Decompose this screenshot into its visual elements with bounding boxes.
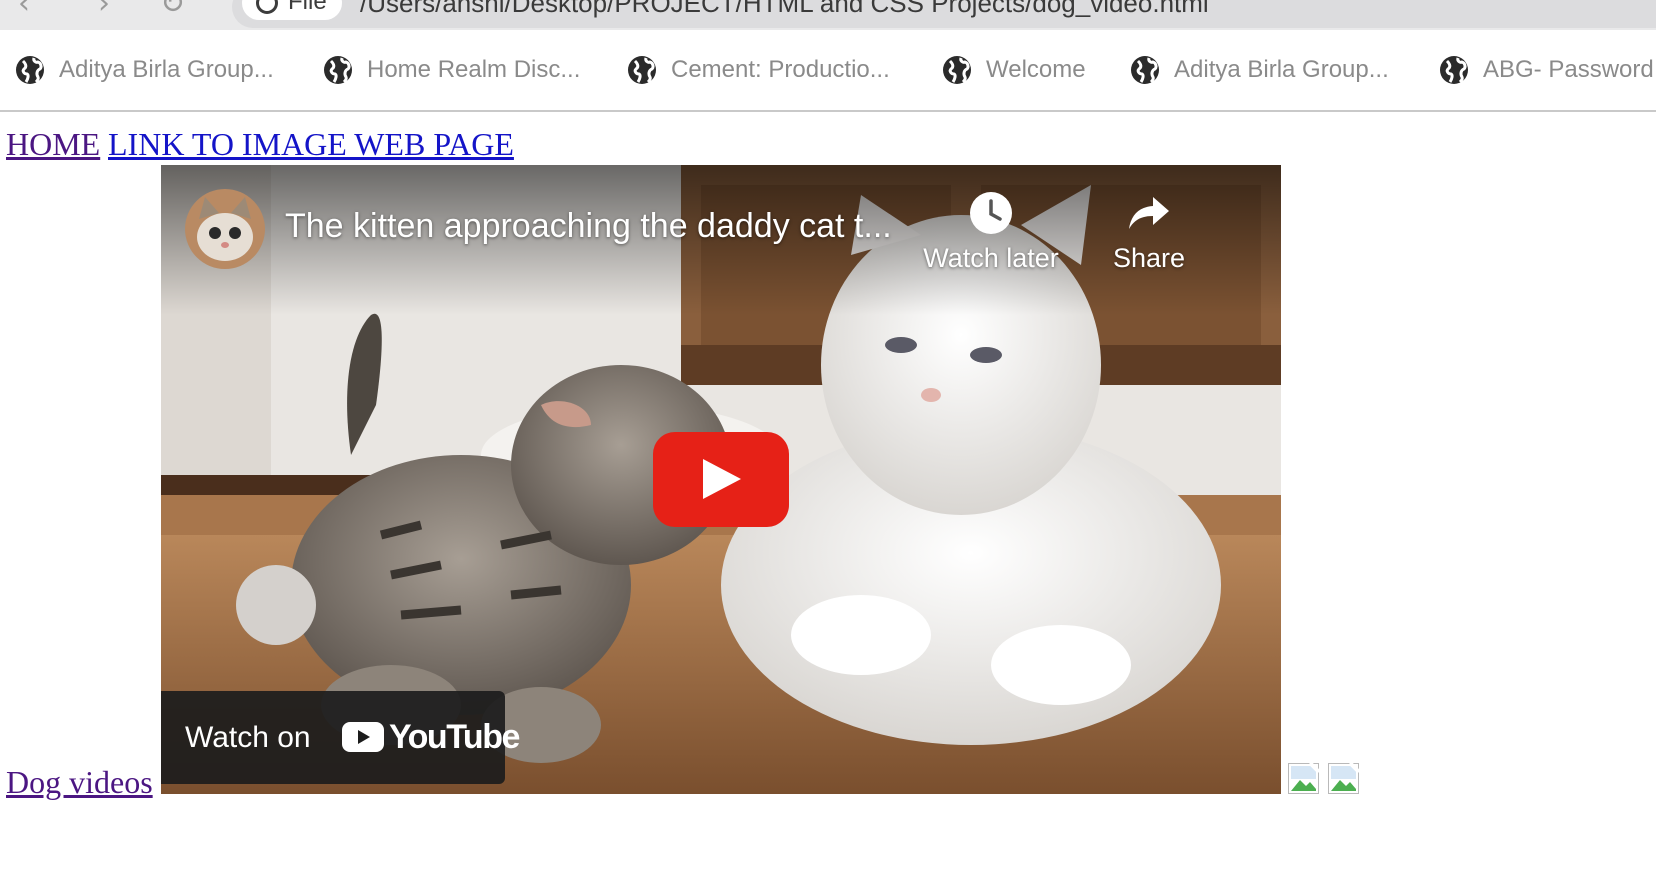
globe-icon	[16, 56, 44, 84]
broken-image-icon	[1328, 763, 1359, 794]
url-text[interactable]: /Users/anshi/Desktop/PROJECT/HTML and CS…	[360, 0, 1209, 19]
bookmark-label: Welcome	[986, 56, 1086, 83]
bookmark-item[interactable]: ABG- Password	[1439, 30, 1654, 110]
info-icon	[256, 0, 278, 14]
channel-avatar[interactable]	[185, 189, 265, 269]
watch-on-youtube-button[interactable]: Watch on YouTube	[161, 691, 520, 784]
bookmark-label: Cement: Productio...	[671, 56, 890, 83]
image-page-link[interactable]: LINK TO IMAGE WEB PAGE	[108, 126, 514, 163]
browser-toolbar: ‹ › ↻ File /Users/anshi/Desktop/PROJECT/…	[0, 0, 1656, 30]
file-scheme-label: File	[288, 0, 327, 15]
bookmark-label: Home Realm Disc...	[367, 56, 581, 83]
globe-icon	[628, 56, 656, 84]
share-arrow-icon	[1129, 197, 1169, 229]
youtube-logo-icon	[342, 722, 384, 752]
bookmark-item[interactable]: Home Realm Disc...	[323, 30, 580, 110]
bookmark-label: Aditya Birla Group...	[59, 56, 274, 83]
bookmark-label: Aditya Birla Group...	[1174, 56, 1389, 83]
bookmark-item[interactable]: Aditya Birla Group...	[15, 30, 274, 110]
globe-icon	[324, 56, 352, 84]
youtube-video-embed[interactable]: The kitten approaching the daddy cat t..…	[161, 165, 1281, 794]
address-bar[interactable]: File /Users/anshi/Desktop/PROJECT/HTML a…	[232, 0, 1656, 28]
play-icon	[703, 459, 741, 499]
back-icon[interactable]: ‹	[18, 0, 30, 21]
play-button[interactable]	[653, 432, 789, 527]
file-scheme-chip[interactable]: File	[242, 0, 342, 20]
globe-icon	[943, 56, 971, 84]
watch-on-label: Watch on	[185, 721, 311, 754]
bookmark-item[interactable]: Cement: Productio...	[627, 30, 890, 110]
bookmark-item[interactable]: Aditya Birla Group...	[1130, 30, 1389, 110]
globe-icon	[1131, 56, 1159, 84]
youtube-wordmark: YouTube	[389, 718, 520, 756]
video-title[interactable]: The kitten approaching the daddy cat t..…	[285, 207, 892, 246]
bookmarks-bar: Aditya Birla Group... Home Realm Disc...…	[0, 30, 1656, 112]
clock-icon	[970, 192, 1012, 234]
share-label: Share	[1112, 243, 1186, 273]
share-button[interactable]: Share	[1064, 191, 1234, 274]
home-link[interactable]: HOME	[6, 126, 100, 163]
forward-icon[interactable]: ›	[98, 0, 110, 21]
kitten-avatar-icon	[185, 189, 265, 269]
watch-later-label: Watch later	[923, 243, 1059, 273]
watch-later-button[interactable]: Watch later	[906, 191, 1076, 274]
bookmark-label: ABG- Password	[1483, 56, 1654, 83]
dog-videos-link[interactable]: Dog videos	[6, 764, 153, 801]
broken-image-icon	[1288, 763, 1319, 794]
bookmark-item[interactable]: Welcome	[942, 30, 1086, 110]
reload-icon[interactable]: ↻	[160, 0, 185, 21]
globe-icon	[1440, 56, 1468, 84]
